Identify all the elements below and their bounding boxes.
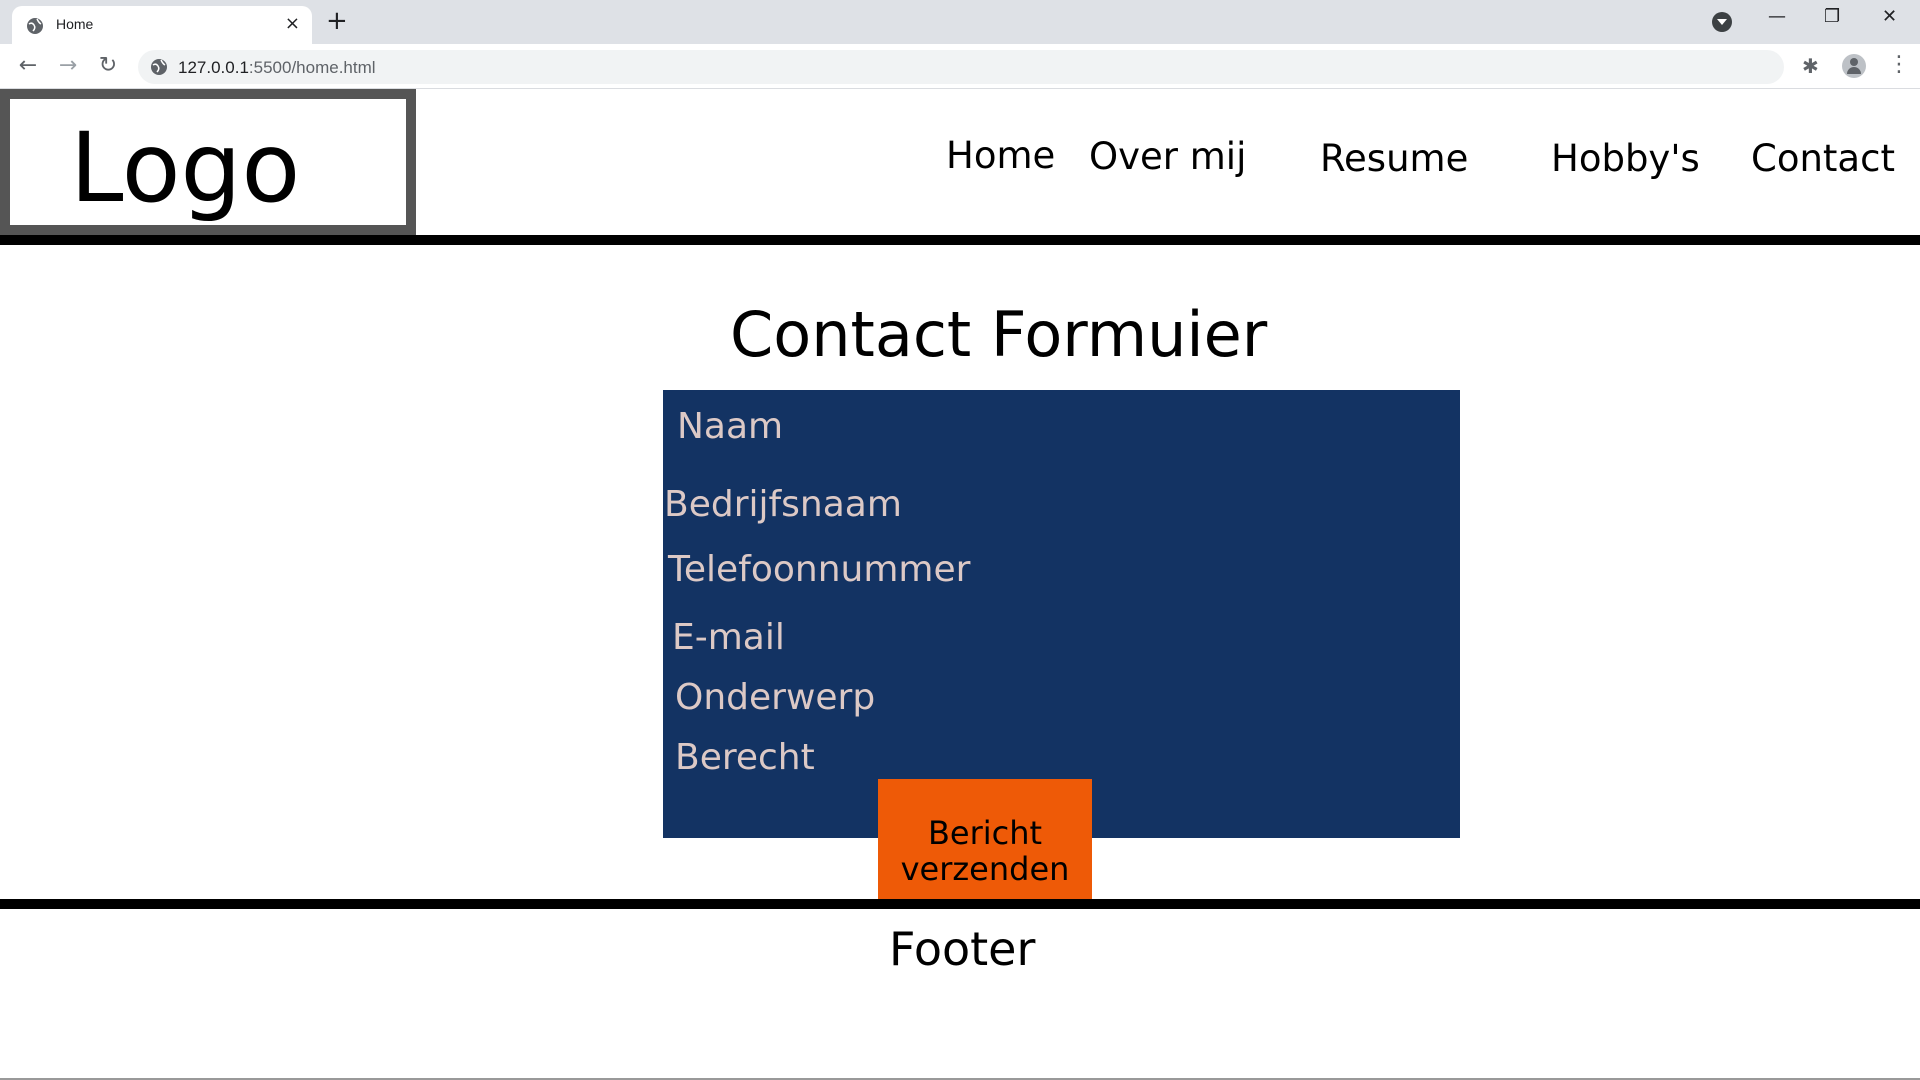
browser-tab-bar: Home × + — ❐ ✕ bbox=[0, 0, 1920, 44]
back-icon[interactable]: ← bbox=[14, 52, 42, 80]
submit-label-line2: verzenden bbox=[900, 849, 1070, 888]
submit-button[interactable]: Bericht verzenden bbox=[878, 779, 1092, 899]
bericht-field[interactable]: Berecht bbox=[675, 737, 815, 778]
nav-over-mij[interactable]: Over mij bbox=[1089, 135, 1246, 178]
logo-box[interactable]: Logo bbox=[0, 89, 416, 235]
bedrijfsnaam-field[interactable]: Bedrijfsnaam bbox=[664, 484, 902, 525]
tab-close-icon[interactable]: × bbox=[285, 14, 300, 34]
minimize-icon[interactable]: — bbox=[1768, 6, 1786, 27]
url-host: 127.0.0.1 bbox=[178, 58, 249, 77]
page-title: Contact Formuier bbox=[730, 298, 1268, 371]
browser-tab-home[interactable]: Home × bbox=[12, 6, 312, 44]
restore-icon[interactable]: ❐ bbox=[1824, 6, 1840, 27]
browser-address-bar: ← → ↻ 127.0.0.1:5500/home.html ✱ ⋮ bbox=[0, 44, 1920, 89]
onderwerp-field[interactable]: Onderwerp bbox=[675, 677, 875, 718]
site-info-icon[interactable] bbox=[150, 58, 168, 76]
forward-icon[interactable]: → bbox=[54, 52, 82, 80]
tab-search-icon[interactable] bbox=[1712, 12, 1732, 32]
browser-menu-icon[interactable]: ⋮ bbox=[1888, 52, 1910, 77]
email-field[interactable]: E-mail bbox=[672, 617, 785, 658]
nav-hobbys[interactable]: Hobby's bbox=[1551, 137, 1700, 180]
new-tab-icon[interactable]: + bbox=[326, 8, 348, 34]
reload-icon[interactable]: ↻ bbox=[94, 52, 122, 80]
naam-field[interactable]: Naam bbox=[677, 406, 783, 447]
footer-divider bbox=[0, 899, 1920, 909]
extensions-icon[interactable]: ✱ bbox=[1802, 54, 1819, 78]
url-input[interactable]: 127.0.0.1:5500/home.html bbox=[138, 50, 1784, 84]
logo-text: Logo bbox=[70, 112, 301, 224]
close-window-icon[interactable]: ✕ bbox=[1882, 6, 1897, 27]
url-text: 127.0.0.1:5500/home.html bbox=[178, 58, 376, 78]
nav-contact[interactable]: Contact bbox=[1751, 137, 1895, 180]
header-divider bbox=[0, 235, 1920, 245]
profile-icon[interactable] bbox=[1842, 54, 1866, 78]
submit-label-line1: Bericht bbox=[927, 813, 1043, 852]
tab-title: Home bbox=[56, 16, 94, 32]
globe-icon bbox=[27, 18, 43, 34]
url-path: :5500/home.html bbox=[248, 58, 376, 77]
footer-text: Footer bbox=[889, 922, 1036, 976]
nav-home[interactable]: Home bbox=[946, 134, 1055, 177]
nav-resume[interactable]: Resume bbox=[1320, 137, 1468, 180]
telefoonnummer-field[interactable]: Telefoonnummer bbox=[668, 549, 970, 590]
